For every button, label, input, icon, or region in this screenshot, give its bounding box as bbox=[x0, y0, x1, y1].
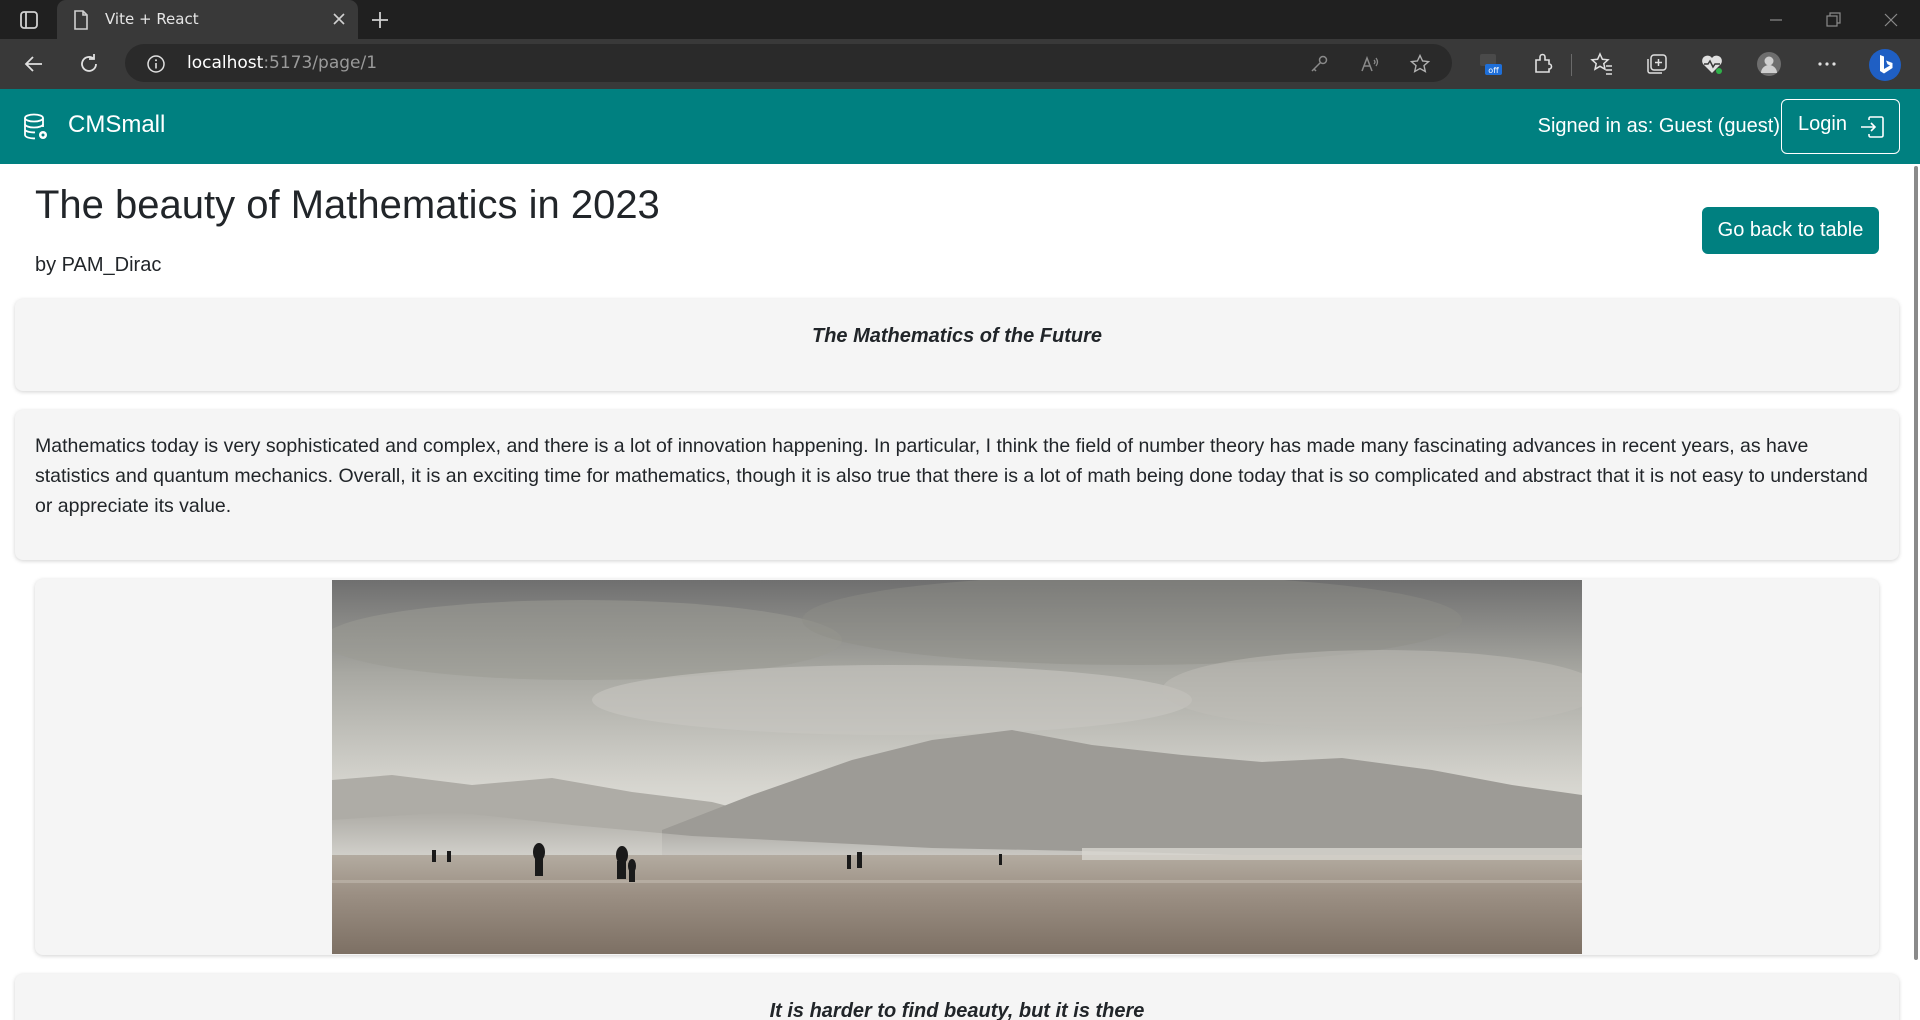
browser-tab-active[interactable]: Vite + React bbox=[57, 0, 358, 39]
close-window-icon[interactable] bbox=[1880, 9, 1902, 31]
toolbar-divider bbox=[1571, 54, 1572, 76]
copilot-icon[interactable] bbox=[1868, 48, 1902, 82]
page-icon bbox=[74, 10, 88, 30]
key-icon[interactable] bbox=[1308, 53, 1330, 75]
more-menu-icon[interactable] bbox=[1814, 51, 1840, 77]
svg-text:off: off bbox=[1488, 66, 1499, 75]
beach-mountain-photo bbox=[332, 580, 1582, 954]
page-scrollbar-thumb[interactable] bbox=[1914, 166, 1918, 960]
profile-avatar-icon[interactable] bbox=[1756, 51, 1782, 77]
extension-off-icon[interactable]: off bbox=[1477, 51, 1503, 77]
landscape-image bbox=[332, 580, 1582, 954]
minimize-icon[interactable] bbox=[1765, 9, 1787, 31]
author-byline: by PAM_Dirac bbox=[35, 254, 162, 276]
back-arrow-icon[interactable] bbox=[22, 52, 46, 76]
login-button[interactable]: Login bbox=[1781, 99, 1900, 154]
brand-name[interactable]: CMSmall bbox=[68, 111, 165, 139]
block-paragraph-text: Mathematics today is very sophisticated … bbox=[35, 435, 1868, 517]
database-gear-icon bbox=[24, 113, 47, 140]
info-icon[interactable] bbox=[146, 54, 166, 74]
address-bar[interactable]: localhost:5173/page/1 bbox=[125, 44, 1452, 82]
content-block-image bbox=[35, 579, 1879, 955]
content-block-header: The Mathematics of the Future bbox=[15, 299, 1899, 391]
app-navbar: CMSmall Signed in as: Guest (guest) Logi… bbox=[0, 89, 1920, 164]
collections-icon[interactable] bbox=[1644, 51, 1670, 77]
read-aloud-icon[interactable] bbox=[1359, 53, 1381, 75]
browser-tab-strip: Vite + React bbox=[0, 0, 1920, 39]
close-icon[interactable] bbox=[331, 11, 347, 27]
tab-actions-icon[interactable] bbox=[18, 9, 40, 31]
refresh-icon[interactable] bbox=[77, 52, 101, 76]
favorites-icon[interactable] bbox=[1589, 51, 1615, 77]
plus-icon[interactable] bbox=[368, 8, 392, 32]
block-header-text: It is harder to find beauty, but it is t… bbox=[769, 1000, 1145, 1020]
page-title: The beauty of Mathematics in 2023 bbox=[35, 183, 660, 227]
go-back-to-table-button[interactable]: Go back to table bbox=[1702, 207, 1879, 254]
restore-icon[interactable] bbox=[1822, 9, 1844, 31]
box-arrow-in-right-icon bbox=[1861, 116, 1884, 138]
favorite-star-icon[interactable] bbox=[1409, 53, 1431, 75]
block-header-text: The Mathematics of the Future bbox=[811, 325, 1103, 347]
tab-title: Vite + React bbox=[105, 10, 199, 28]
signed-in-status: Signed in as: Guest (guest) bbox=[1537, 115, 1780, 137]
url-text[interactable]: localhost:5173/page/1 bbox=[187, 53, 377, 73]
browser-toolbar: localhost:5173/page/1 off bbox=[0, 39, 1920, 89]
extensions-puzzle-icon[interactable] bbox=[1530, 51, 1556, 77]
login-button-label: Login bbox=[1798, 113, 1847, 135]
content-block-paragraph: Mathematics today is very sophisticated … bbox=[15, 410, 1899, 560]
content-block-header: It is harder to find beauty, but it is t… bbox=[15, 974, 1899, 1020]
browser-essentials-icon[interactable] bbox=[1699, 51, 1725, 77]
